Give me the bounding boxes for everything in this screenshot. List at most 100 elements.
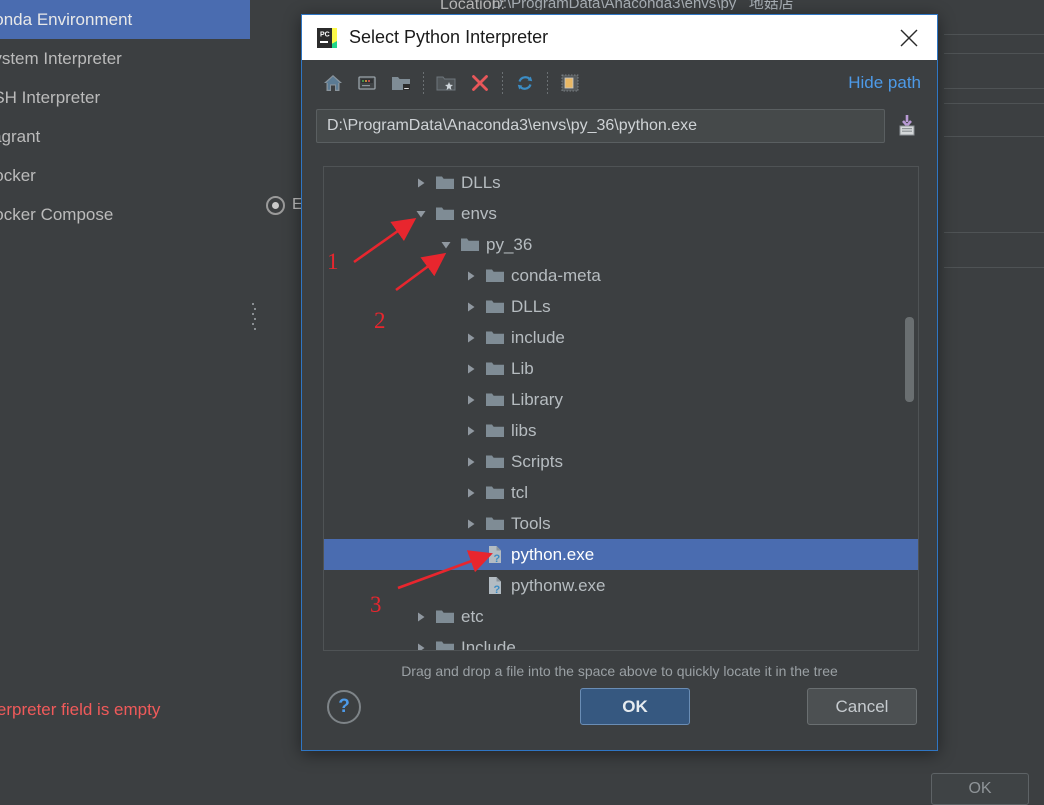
chevron-right-icon[interactable] [460, 353, 482, 384]
tree-row-label: Library [511, 389, 563, 409]
tree-scrollbar[interactable] [905, 167, 914, 650]
tree-row-label: py_36 [486, 234, 533, 254]
tree-row-label: DLLs [461, 172, 501, 192]
background-list-item-docker[interactable]: Docker [0, 156, 250, 195]
tree-row-label: conda-meta [511, 265, 601, 285]
tree-row[interactable]: Scripts [324, 446, 918, 477]
tree-row[interactable]: libs [324, 415, 918, 446]
dialog-title: Select Python Interpreter [349, 27, 549, 47]
chevron-right-icon[interactable] [460, 415, 482, 446]
chevron-down-icon[interactable] [410, 198, 432, 229]
tree-row-label: libs [511, 420, 537, 440]
tree-row-label: include [511, 327, 565, 347]
tree-row[interactable]: etc [324, 601, 918, 632]
folder-icon [457, 229, 483, 260]
folder-icon [432, 601, 458, 632]
ok-button[interactable]: OK [580, 688, 690, 725]
background-list-item-conda-environment[interactable]: Conda Environment [0, 0, 250, 39]
show-hidden-icon[interactable] [553, 66, 587, 100]
pycharm-icon: PC [316, 27, 338, 49]
file-tree: DLLs envs py_36 conda-meta DLLs include Lib Lib… [324, 167, 918, 651]
folder-icon [482, 260, 508, 291]
chevron-right-icon[interactable] [410, 167, 432, 198]
chevron-right-icon[interactable] [460, 477, 482, 508]
hide-path-link[interactable]: Hide path [848, 73, 921, 93]
tree-row-label: Lib [511, 358, 534, 378]
tree-row[interactable]: py_36 [324, 229, 918, 260]
tree-row[interactable]: DLLs [324, 291, 918, 322]
svg-text:?: ? [494, 584, 501, 595]
chevron-right-icon[interactable] [410, 601, 432, 632]
unknown-file-icon: ? [482, 570, 508, 601]
select-python-interpreter-dialog: PC Select Python Interpreter Hide path D… [301, 14, 938, 751]
background-list-item-vagrant[interactable]: Vagrant [0, 117, 250, 156]
new-folder-icon[interactable] [429, 66, 463, 100]
toolbar-separator [502, 72, 503, 94]
svg-text:PC: PC [320, 31, 330, 38]
tree-row-label: Tools [511, 513, 551, 533]
delete-icon[interactable] [463, 66, 497, 100]
tree-row[interactable]: conda-meta [324, 260, 918, 291]
tree-row[interactable]: ? pythonw.exe [324, 570, 918, 601]
chevron-right-icon[interactable] [460, 322, 482, 353]
background-list-item-system-interpreter[interactable]: System Interpreter [0, 39, 250, 78]
project-folder-icon[interactable] [384, 66, 418, 100]
chevron-right-icon[interactable] [460, 446, 482, 477]
svg-text:?: ? [494, 553, 501, 564]
tree-row[interactable]: envs [324, 198, 918, 229]
toolbar-separator [423, 72, 424, 94]
toolbar-separator [547, 72, 548, 94]
tree-row[interactable]: include [324, 322, 918, 353]
tree-scrollbar-thumb[interactable] [905, 317, 914, 402]
tree-row-label: Scripts [511, 451, 563, 471]
splitter-drag-handle[interactable] [252, 303, 256, 330]
chevron-right-icon[interactable] [460, 384, 482, 415]
dialog-toolbar: Hide path [302, 60, 937, 106]
tree-row[interactable]: Lib [324, 353, 918, 384]
tree-row-label: tcl [511, 482, 528, 502]
tree-row-label: python.exe [511, 544, 595, 564]
chevron-right-icon[interactable] [460, 291, 482, 322]
tree-row[interactable]: Include [324, 632, 918, 651]
background-list-item-ssh-interpreter[interactable]: SSH Interpreter [0, 78, 250, 117]
save-icon[interactable] [891, 109, 923, 143]
file-tree-panel[interactable]: DLLs envs py_36 conda-meta DLLs include Lib Lib… [323, 166, 919, 651]
tree-row-label: Include [461, 637, 516, 651]
folder-icon [482, 322, 508, 353]
cancel-button[interactable]: Cancel [807, 688, 917, 725]
refresh-icon[interactable] [508, 66, 542, 100]
dialog-titlebar: PC Select Python Interpreter [302, 15, 937, 60]
background-top-path-text: D:\ProgramData\Anaconda3\envs\py_ 地菇店 [492, 0, 794, 10]
background-ok-button[interactable]: OK [931, 773, 1029, 805]
background-existing-environment-radio[interactable] [266, 196, 285, 215]
folder-icon [432, 167, 458, 198]
folder-icon [482, 415, 508, 446]
tree-row[interactable]: Tools [324, 508, 918, 539]
chevron-right-icon[interactable] [410, 632, 432, 650]
tree-row-label: DLLs [511, 296, 551, 316]
tree-row[interactable]: DLLs [324, 167, 918, 198]
chevron-right-icon[interactable] [460, 260, 482, 291]
tree-row-label: envs [461, 203, 497, 223]
close-icon[interactable] [887, 16, 931, 60]
chevron-down-icon[interactable] [435, 229, 457, 260]
home-icon[interactable] [316, 66, 350, 100]
folder-icon [482, 291, 508, 322]
background-row-divider [944, 232, 1044, 233]
folder-icon [482, 384, 508, 415]
background-error-message: Interpreter field is empty [0, 700, 161, 719]
tree-row[interactable]: Library [324, 384, 918, 415]
folder-icon [482, 508, 508, 539]
background-list-item-docker-compose[interactable]: Docker Compose [0, 195, 250, 234]
tree-row-label: etc [461, 606, 484, 626]
tree-row[interactable]: tcl [324, 477, 918, 508]
path-input[interactable]: D:\ProgramData\Anaconda3\envs\py_36\pyth… [316, 109, 885, 143]
tree-row-label: pythonw.exe [511, 575, 606, 595]
help-icon[interactable]: ? [327, 690, 361, 724]
desktop-icon[interactable] [350, 66, 384, 100]
path-row: D:\ProgramData\Anaconda3\envs\py_36\pyth… [302, 106, 937, 146]
chevron-right-icon[interactable] [460, 508, 482, 539]
tree-row[interactable]: ? python.exe [324, 539, 918, 570]
folder-icon [432, 198, 458, 229]
